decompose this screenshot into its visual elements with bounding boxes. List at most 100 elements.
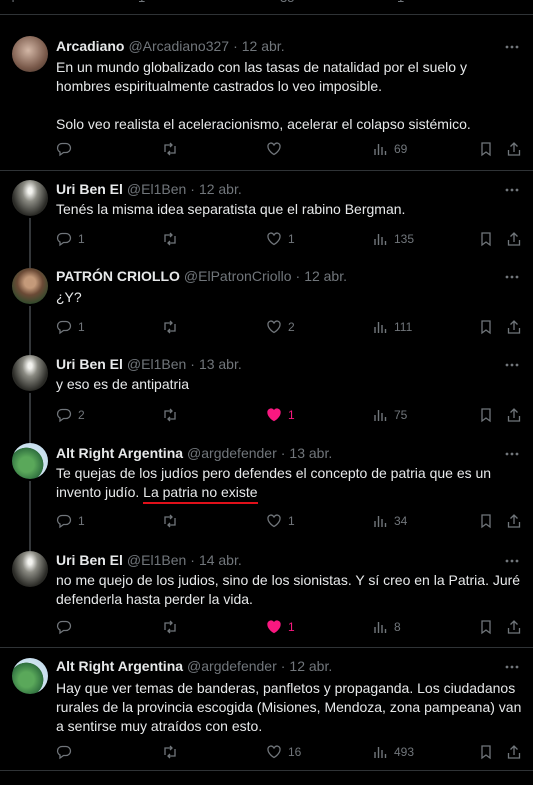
- bookmark-icon[interactable]: [478, 743, 494, 761]
- more-icon[interactable]: [505, 40, 519, 54]
- author-name[interactable]: Alt Right Argentina: [56, 445, 183, 461]
- repost-icon: [164, 620, 176, 634]
- author-name[interactable]: Uri Ben El: [56, 552, 123, 568]
- avatar[interactable]: [12, 268, 48, 304]
- like-count: 1: [288, 232, 295, 246]
- views-button[interactable]: 111: [372, 318, 412, 336]
- repost-button[interactable]: [162, 743, 184, 761]
- post-date[interactable]: 12 abr.: [199, 181, 242, 197]
- reply-count: 1: [78, 320, 85, 334]
- post-line: Tenés la misma idea separatista que el r…: [56, 201, 406, 217]
- post-date[interactable]: 13 abr.: [199, 356, 242, 372]
- repost-count: 1: [138, 0, 145, 5]
- bookmark-icon[interactable]: [478, 230, 494, 248]
- repost-button[interactable]: [162, 512, 184, 530]
- reply-button[interactable]: 1: [56, 512, 85, 530]
- views-button[interactable]: 493: [372, 743, 414, 761]
- more-icon[interactable]: [505, 358, 519, 372]
- author-handle[interactable]: @El1Ben: [127, 552, 186, 568]
- post-uri-ben-el-1[interactable]: Uri Ben El @El1Ben · 12 abr. Tenés la mi…: [0, 170, 533, 266]
- like-button[interactable]: [266, 140, 288, 158]
- author-handle[interactable]: @El1Ben: [127, 181, 186, 197]
- avatar[interactable]: [12, 36, 48, 72]
- reply-icon: [56, 620, 72, 635]
- views-icon: [374, 410, 387, 421]
- reply-button[interactable]: 2: [56, 406, 85, 424]
- more-icon[interactable]: [505, 660, 519, 674]
- reply-button[interactable]: [56, 743, 78, 761]
- share-icon[interactable]: [506, 743, 522, 761]
- avatar[interactable]: [12, 355, 48, 391]
- reply-button[interactable]: 1: [56, 230, 85, 248]
- more-icon[interactable]: [505, 447, 519, 461]
- more-icon[interactable]: [505, 270, 519, 284]
- repost-button[interactable]: [162, 318, 184, 336]
- separator-dot: ·: [280, 445, 286, 461]
- bookmark-icon[interactable]: [478, 140, 494, 158]
- reply-button[interactable]: 1: [56, 318, 85, 336]
- bookmark-icon[interactable]: [478, 318, 494, 336]
- heart-icon: [267, 514, 281, 528]
- post-uri-ben-el-2[interactable]: Uri Ben El @El1Ben · 13 abr. y eso es de…: [0, 345, 533, 433]
- bookmark-button[interactable]: 1: [397, 0, 404, 5]
- post-alt-right-argentina-1[interactable]: Alt Right Argentina @argdefender · 13 ab…: [0, 433, 533, 541]
- share-icon[interactable]: [506, 406, 522, 424]
- bookmark-icon[interactable]: [478, 618, 494, 636]
- like-button[interactable]: 2: [266, 318, 295, 336]
- like-button[interactable]: 16: [266, 743, 301, 761]
- views-button[interactable]: 75: [372, 406, 407, 424]
- author-handle[interactable]: @argdefender: [187, 658, 277, 674]
- post-date[interactable]: 13 abr.: [289, 445, 332, 461]
- more-icon[interactable]: [505, 554, 519, 568]
- share-icon[interactable]: [506, 618, 522, 636]
- like-button[interactable]: 35: [280, 0, 294, 5]
- reply-button[interactable]: [56, 618, 78, 636]
- reply-button[interactable]: [56, 140, 78, 158]
- post-patron-criollo[interactable]: PATRÓN CRIOLLO @ElPatronCriollo · 12 abr…: [0, 258, 533, 345]
- like-button[interactable]: 1: [266, 406, 295, 424]
- like-button[interactable]: 1: [266, 618, 295, 636]
- more-icon[interactable]: [505, 183, 519, 197]
- repost-button[interactable]: [162, 406, 184, 424]
- views-button[interactable]: 135: [372, 230, 414, 248]
- views-button[interactable]: 8: [372, 618, 401, 636]
- avatar[interactable]: [12, 658, 48, 694]
- author-name[interactable]: PATRÓN CRIOLLO: [56, 268, 180, 284]
- repost-button[interactable]: 1: [138, 0, 145, 5]
- author-handle[interactable]: @Arcadiano327: [128, 38, 229, 54]
- repost-button[interactable]: [162, 230, 184, 248]
- views-count: 69: [394, 142, 408, 156]
- share-icon[interactable]: [506, 318, 522, 336]
- post-arcadiano[interactable]: Arcadiano @Arcadiano327 · 12 abr. En un …: [0, 28, 533, 171]
- share-icon[interactable]: [506, 512, 522, 530]
- like-count: 35: [280, 0, 294, 5]
- repost-button[interactable]: [162, 618, 184, 636]
- share-icon[interactable]: [506, 140, 522, 158]
- post-date[interactable]: 12 abr.: [242, 38, 285, 54]
- post-date[interactable]: 12 abr.: [304, 268, 347, 284]
- avatar[interactable]: [12, 551, 48, 587]
- author-name[interactable]: Uri Ben El: [56, 356, 123, 372]
- post-date[interactable]: 14 abr.: [199, 552, 242, 568]
- bookmark-icon[interactable]: [478, 406, 494, 424]
- avatar[interactable]: [12, 443, 48, 479]
- views-button[interactable]: 69: [372, 140, 407, 158]
- author-name[interactable]: Uri Ben El: [56, 181, 123, 197]
- avatar[interactable]: [12, 180, 48, 216]
- author-name[interactable]: Arcadiano: [56, 38, 124, 54]
- like-button[interactable]: 1: [266, 512, 295, 530]
- post-alt-right-argentina-2[interactable]: Alt Right Argentina @argdefender · 12 ab…: [0, 648, 533, 771]
- author-handle[interactable]: @El1Ben: [127, 356, 186, 372]
- post-uri-ben-el-3[interactable]: Uri Ben El @El1Ben · 14 abr. no me quejo…: [0, 541, 533, 648]
- repost-button[interactable]: [162, 140, 184, 158]
- like-button[interactable]: 1: [266, 230, 295, 248]
- bookmark-icon[interactable]: [478, 512, 494, 530]
- author-name[interactable]: Alt Right Argentina: [56, 658, 183, 674]
- author-handle[interactable]: @argdefender: [187, 445, 277, 461]
- reply-button[interactable]: 4: [8, 0, 15, 5]
- share-icon[interactable]: [506, 230, 522, 248]
- views-button[interactable]: 34: [372, 512, 407, 530]
- post-date[interactable]: 12 abr.: [289, 658, 332, 674]
- action-bar: 1 1 135: [56, 230, 522, 248]
- author-handle[interactable]: @ElPatronCriollo: [184, 268, 292, 284]
